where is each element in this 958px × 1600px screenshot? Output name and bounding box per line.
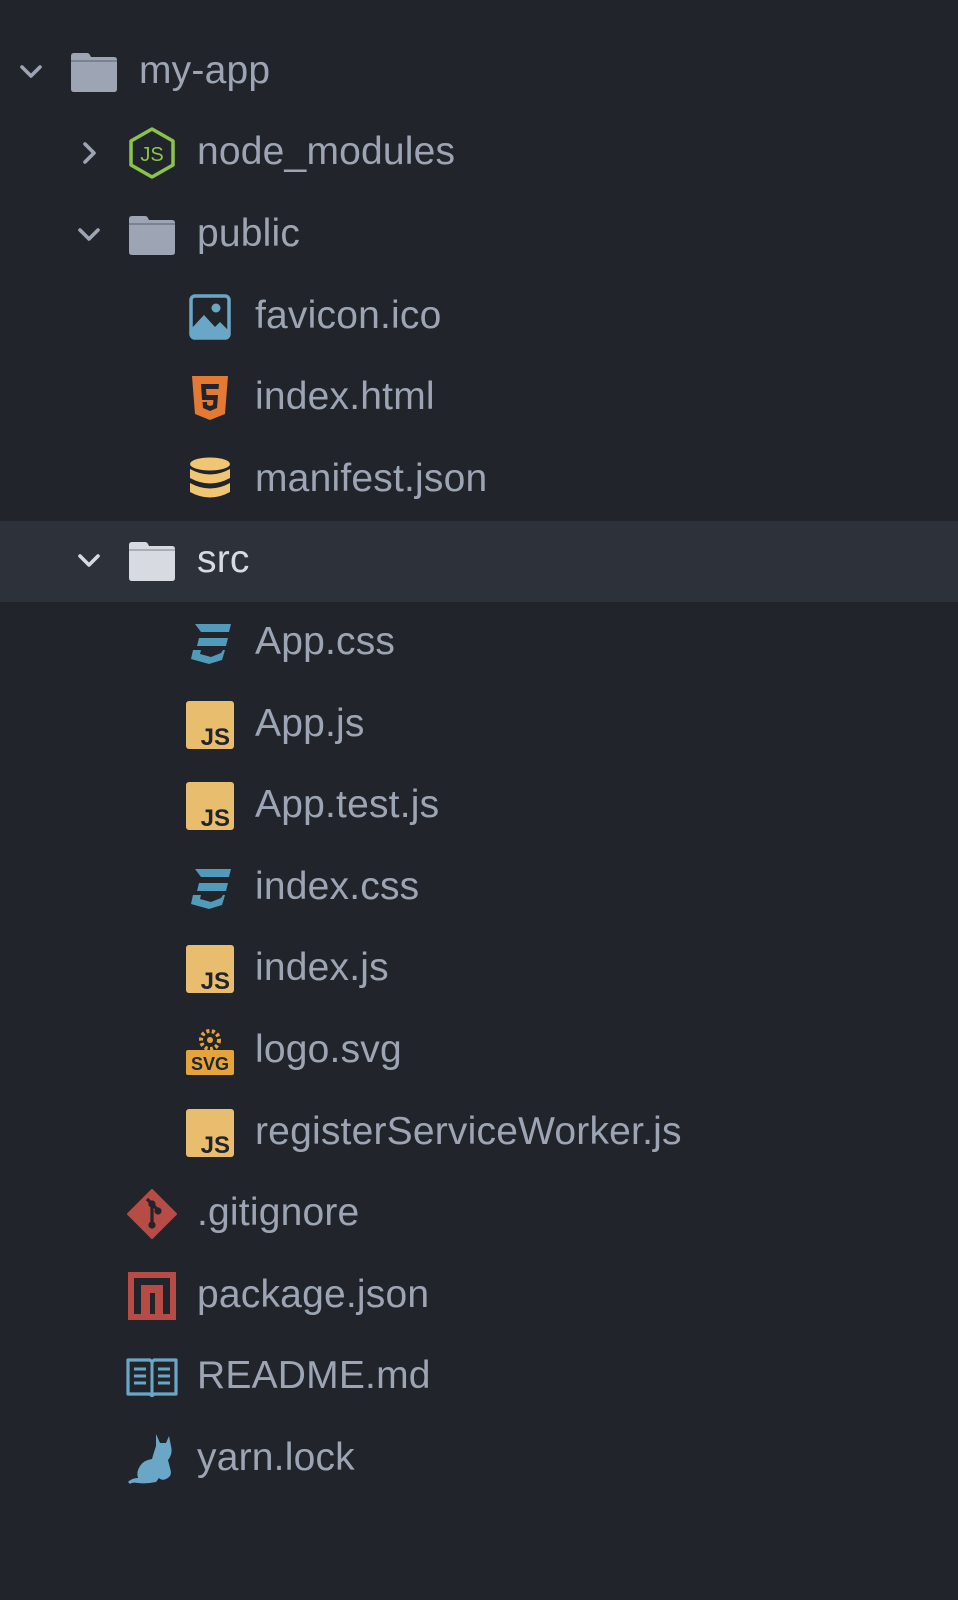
tree-item-label: App.js (255, 701, 365, 745)
javascript-icon: JS (184, 699, 236, 751)
svg-text:JS: JS (201, 805, 230, 830)
tree-item-index-html[interactable]: index.html (0, 357, 958, 439)
tree-item-label: node_modules (197, 130, 456, 174)
javascript-icon: JS (184, 943, 236, 995)
tree-item-label: index.js (255, 946, 389, 990)
yarn-cat-icon (126, 1433, 178, 1485)
svg-icon: SVG (184, 1025, 236, 1077)
chevron-right-icon[interactable] (74, 138, 104, 168)
tree-item-label: src (197, 538, 250, 582)
tree-item-label: index.html (255, 375, 435, 419)
tree-item-label: registerServiceWorker.js (255, 1109, 682, 1153)
database-icon (184, 454, 236, 506)
tree-item-src[interactable]: src (0, 520, 958, 603)
javascript-icon: JS (184, 780, 236, 832)
chevron-down-icon[interactable] (74, 220, 104, 250)
folder-open-icon (126, 535, 178, 587)
tree-item-index-js[interactable]: JS index.js (0, 929, 958, 1011)
tree-item-label: .gitignore (197, 1191, 360, 1235)
tree-item-app-test-js[interactable]: JS App.test.js (0, 765, 958, 847)
tree-item-app-js[interactable]: JS App.js (0, 684, 958, 766)
tree-item-register-service-worker-js[interactable]: JS registerServiceWorker.js (0, 1092, 958, 1174)
chevron-down-icon[interactable] (74, 546, 104, 576)
tree-item-label: yarn.lock (197, 1436, 355, 1480)
nodejs-icon: JS (126, 127, 178, 180)
image-icon (184, 291, 236, 343)
tree-item-label: App.test.js (255, 783, 440, 827)
npm-icon (126, 1270, 178, 1322)
tree-item-label: favicon.ico (255, 293, 442, 337)
svg-text:JS: JS (140, 144, 163, 166)
tree-item-my-app[interactable]: my-app (0, 31, 958, 113)
tree-item-label: my-app (139, 48, 271, 92)
javascript-icon: JS (184, 1107, 236, 1159)
svg-text:JS: JS (201, 724, 230, 749)
tree-item-app-css[interactable]: App.css (0, 602, 958, 684)
git-icon (126, 1188, 178, 1240)
tree-item-node-modules[interactable]: JS node_modules (0, 113, 958, 195)
tree-item-label: logo.svg (255, 1028, 402, 1072)
tree-item-readme-md[interactable]: README.md (0, 1337, 958, 1419)
tree-item-package-json[interactable]: package.json (0, 1255, 958, 1337)
tree-item-label: public (197, 212, 301, 256)
svg-text:JS: JS (201, 1132, 230, 1157)
tree-item-logo-svg[interactable]: SVG logo.svg (0, 1010, 958, 1092)
html5-icon (184, 372, 236, 424)
tree-item-label: package.json (197, 1272, 430, 1316)
chevron-down-icon[interactable] (16, 57, 46, 87)
tree-item-label: App.css (255, 620, 396, 664)
svg-text:JS: JS (201, 968, 230, 993)
tree-item-yarn-lock[interactable]: yarn.lock (0, 1418, 958, 1500)
folder-open-icon (68, 46, 120, 98)
svg-text:SVG: SVG (191, 1054, 229, 1074)
tree-item-index-css[interactable]: index.css (0, 847, 958, 929)
folder-open-icon (126, 209, 178, 261)
tree-item-gitignore[interactable]: .gitignore (0, 1173, 958, 1255)
tree-item-label: README.md (197, 1354, 431, 1398)
tree-item-manifest-json[interactable]: manifest.json (0, 439, 958, 521)
tree-item-favicon-ico[interactable]: favicon.ico (0, 276, 958, 358)
css3-icon (184, 862, 236, 914)
css3-icon (184, 617, 236, 669)
tree-item-public[interactable]: public (0, 194, 958, 276)
book-icon (126, 1351, 178, 1403)
file-tree: my-app JS node_modules public favicon.ic… (0, 0, 958, 1500)
tree-item-label: index.css (255, 864, 420, 908)
tree-item-label: manifest.json (255, 456, 488, 500)
